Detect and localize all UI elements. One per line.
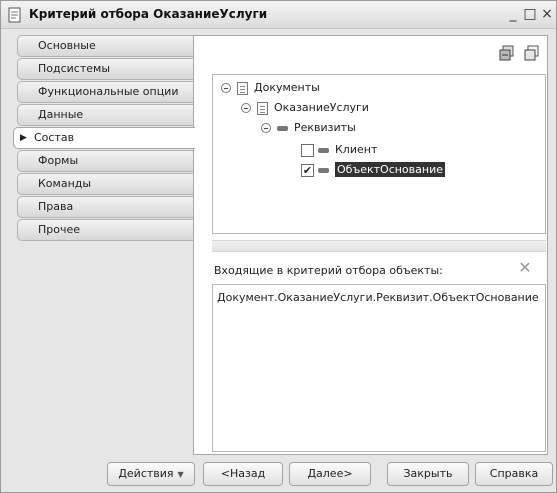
minimize-button[interactable]: _ bbox=[506, 6, 520, 22]
tree-node-base-object[interactable]: ✔ ОбъектОснование bbox=[301, 161, 445, 179]
metadata-tree: Документы ОказаниеУслуги Реквизиты Клиен… bbox=[212, 74, 546, 234]
tree-node-document[interactable]: ОказаниеУслуги bbox=[241, 99, 369, 117]
client-checkbox[interactable] bbox=[301, 143, 314, 157]
form-icon bbox=[8, 7, 21, 23]
nav-item-label: Данные bbox=[38, 108, 84, 121]
document-icon bbox=[257, 101, 268, 115]
collapse-icon[interactable] bbox=[221, 83, 231, 93]
close-window-button[interactable]: × bbox=[540, 6, 554, 22]
nav-item-label: Подсистемы bbox=[38, 62, 111, 75]
nav-item-subsystems[interactable]: Подсистемы bbox=[17, 58, 193, 80]
nav-item-forms[interactable]: Формы bbox=[17, 150, 193, 172]
section-nav: Основные Подсистемы Функциональные опции… bbox=[11, 35, 195, 455]
nav-item-label: Функциональные опции bbox=[38, 85, 179, 98]
maximize-button[interactable]: □ bbox=[523, 6, 537, 22]
tree-node-label: Клиент bbox=[335, 143, 378, 156]
active-arrow-icon: ▶ bbox=[20, 133, 27, 143]
included-objects-label: Входящие в критерий отбора объекты: bbox=[214, 264, 443, 277]
nav-item-composition[interactable]: ▶ Состав bbox=[13, 127, 195, 149]
next-button[interactable]: Далее> bbox=[289, 462, 371, 486]
nav-item-commands[interactable]: Команды bbox=[17, 173, 193, 195]
nav-item-label: Основные bbox=[38, 39, 96, 52]
tree-node-attributes[interactable]: Реквизиты bbox=[261, 119, 356, 137]
tree-node-label: Документы bbox=[254, 81, 320, 94]
nav-item-label: Формы bbox=[38, 154, 79, 167]
list-item[interactable]: Документ.ОказаниеУслуги.Реквизит.ОбъектО… bbox=[217, 291, 539, 304]
help-button[interactable]: Справка bbox=[475, 462, 553, 486]
window-title: Критерий отбора ОказаниеУслуги bbox=[29, 7, 268, 21]
collapse-icon[interactable] bbox=[261, 123, 271, 133]
nav-item-functional-options[interactable]: Функциональные опции bbox=[17, 81, 193, 103]
splitter[interactable] bbox=[212, 240, 546, 252]
attribute-icon bbox=[318, 147, 329, 153]
collapse-icon[interactable] bbox=[241, 103, 251, 113]
button-bar: Действия ▼ <Назад Далее> Закрыть Справка bbox=[1, 457, 556, 492]
nav-item-basic[interactable]: Основные bbox=[17, 35, 193, 57]
nav-item-label: Права bbox=[38, 200, 74, 213]
nav-item-label: Прочее bbox=[38, 223, 81, 236]
base-object-checkbox[interactable]: ✔ bbox=[301, 163, 314, 177]
tree-node-label: ОказаниеУслуги bbox=[274, 101, 369, 114]
tree-node-client[interactable]: Клиент bbox=[301, 141, 377, 159]
check-all-icon[interactable] bbox=[498, 44, 516, 62]
attribute-icon bbox=[318, 167, 329, 173]
tree-toolbar bbox=[494, 44, 542, 64]
back-button[interactable]: <Назад bbox=[203, 462, 283, 486]
documents-icon bbox=[237, 81, 248, 95]
tree-node-label: Реквизиты bbox=[294, 121, 356, 134]
clear-icon[interactable]: ✕ bbox=[517, 258, 533, 277]
nav-item-data[interactable]: Данные bbox=[17, 104, 193, 126]
actions-button[interactable]: Действия ▼ bbox=[107, 462, 195, 486]
uncheck-all-icon[interactable] bbox=[523, 44, 541, 62]
criteria-window: Критерий отбора ОказаниеУслуги _ □ × Осн… bbox=[0, 0, 557, 493]
actions-button-label: Действия bbox=[118, 467, 174, 480]
attributes-icon bbox=[277, 125, 288, 131]
nav-item-label: Состав bbox=[34, 131, 75, 144]
tree-node-documents[interactable]: Документы bbox=[221, 79, 320, 97]
chevron-down-icon: ▼ bbox=[177, 470, 184, 479]
title-bar: Критерий отбора ОказаниеУслуги _ □ × bbox=[1, 1, 556, 29]
nav-item-label: Команды bbox=[38, 177, 92, 190]
nav-item-rights[interactable]: Права bbox=[17, 196, 193, 218]
tree-node-label: ОбъектОснование bbox=[335, 162, 445, 177]
composition-panel: Документы ОказаниеУслуги Реквизиты Клиен… bbox=[193, 35, 548, 455]
included-objects-list: Документ.ОказаниеУслуги.Реквизит.ОбъектО… bbox=[212, 284, 546, 452]
nav-item-other[interactable]: Прочее bbox=[17, 219, 193, 241]
close-button[interactable]: Закрыть bbox=[387, 462, 469, 486]
